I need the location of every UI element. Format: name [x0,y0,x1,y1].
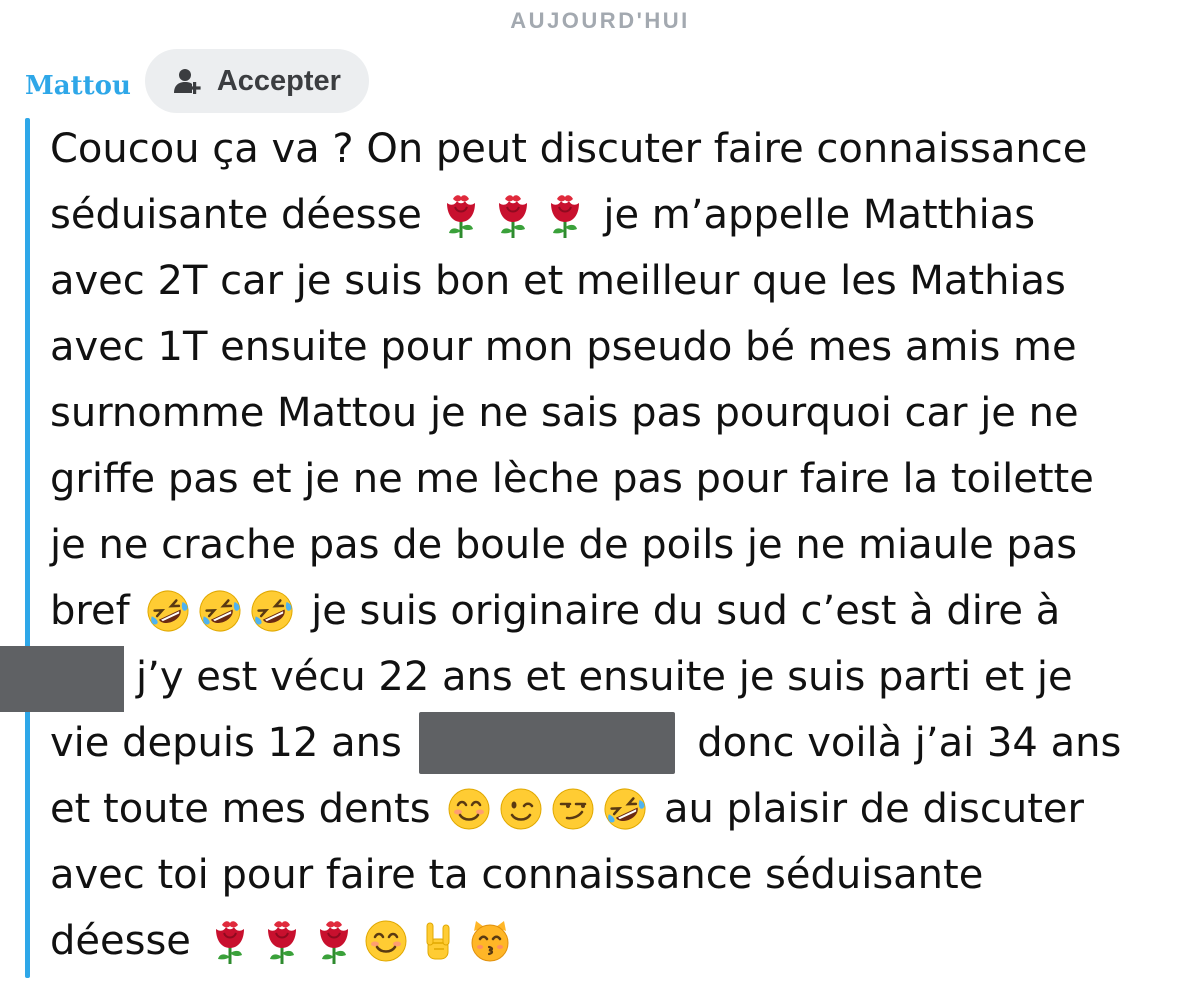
rose-emoji [258,917,306,965]
message-line: bref je suis originaire du sud c’est à d… [50,578,1170,644]
rose-emoji [206,917,254,965]
message-line: surnomme Mattou je ne sais pas pourquoi … [50,380,1170,446]
message-body[interactable]: Coucou ça va ? On peut discuter faire co… [50,116,1170,974]
rose-emoji [489,191,537,239]
message-text: et toute mes dents [50,786,444,832]
kissing-cat-emoji [466,917,514,965]
message-line: avec toi pour faire ta connaissance sédu… [50,842,1170,908]
rofl-emoji [248,587,296,635]
message-line: Coucou ça va ? On peut discuter faire co… [50,116,1170,182]
rose-emoji [310,917,358,965]
message-text: je suis originaire du sud c’est à dire à [298,588,1061,634]
message-text: surnomme Mattou je ne sais pas pourquoi … [50,390,1079,436]
add-friend-icon [173,66,203,96]
smiling-face-emoji [445,785,493,833]
message-line: vie depuis 12 ans donc voilà j’ai 34 ans [50,710,1170,776]
sender-header: Mattou Accepter [25,48,369,114]
smirking-face-emoji [549,785,597,833]
message-line: avec 2T car je suis bon et meilleur que … [50,248,1170,314]
rofl-emoji [196,587,244,635]
message-text: vie depuis 12 ans [50,720,415,766]
message-line: et toute mes dents au plaisir de discute… [50,776,1170,842]
smiling-face-emoji [362,917,410,965]
message-text: séduisante déesse [50,192,435,238]
message-text: j’y est vécu 22 ans et ensuite je suis p… [136,654,1073,700]
rofl-emoji [601,785,649,833]
message-text: avec 1T ensuite pour mon pseudo bé mes a… [50,324,1077,370]
message-text: déesse [50,918,204,964]
rose-emoji [541,191,589,239]
message-text: je ne crache pas de boule de poils je ne… [50,522,1078,568]
message-line: avec 1T ensuite pour mon pseudo bé mes a… [50,314,1170,380]
winking-face-emoji [497,785,545,833]
message-text: avec 2T car je suis bon et meilleur que … [50,258,1066,304]
message-text: donc voilà j’ai 34 ans [684,720,1122,766]
sign-of-horns-emoji [414,917,462,965]
message-accent-bar [25,118,30,978]
message-text: Coucou ça va ? On peut discuter faire co… [50,126,1088,172]
message-line: j’y est vécu 22 ans et ensuite je suis p… [50,644,1170,710]
date-separator: AUJOURD'HUI [510,8,690,33]
redaction-block [418,712,675,774]
message-text: bref [50,588,143,634]
message-text: je m’appelle Matthias [590,192,1036,238]
accept-button[interactable]: Accepter [144,49,369,113]
message-text: au plaisir de discuter [651,786,1084,832]
accept-label: Accepter [216,64,341,97]
rose-emoji [437,191,485,239]
message-line: griffe pas et je ne me lèche pas pour fa… [50,446,1170,512]
sender-name[interactable]: Mattou [25,71,131,101]
message-line: je ne crache pas de boule de poils je ne… [50,512,1170,578]
message-line: séduisante déesse je m’appelle Matthias [50,182,1170,248]
message-line: déesse [50,908,1170,974]
rofl-emoji [144,587,192,635]
message-text: griffe pas et je ne me lèche pas pour fa… [50,456,1094,502]
message-text: avec toi pour faire ta connaissance sédu… [50,852,984,898]
